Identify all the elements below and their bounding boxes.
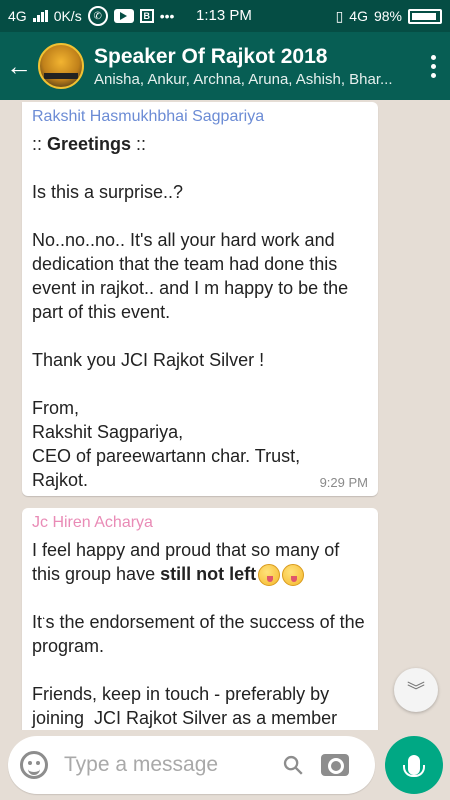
message-composer: ⚲ [8, 736, 375, 794]
status-right: ▯ 4G 98% [336, 0, 442, 32]
message-input[interactable] [64, 753, 274, 777]
emoji-icon[interactable] [20, 751, 48, 779]
mic-button[interactable] [385, 736, 443, 794]
scroll-down-icon[interactable]: ︾ [394, 668, 438, 712]
crazy-face-emoji-icon [258, 564, 281, 587]
message-bubble[interactable]: Jc Hiren Acharya I feel happy and proud … [22, 508, 378, 730]
message-bubble[interactable]: Rakshit Hasmukhbhai Sagpariya :: Greetin… [22, 102, 378, 496]
more-vert-icon[interactable] [416, 54, 450, 78]
group-members: Anisha, Ankur, Archna, Aruna, Ashish, Bh… [94, 70, 393, 88]
message-text: I feel happy and proud that so many of t… [32, 538, 368, 730]
more-notifications-dots: ••• [159, 8, 175, 24]
crazy-face-emoji-icon [282, 564, 305, 587]
chat-header: ← Speaker Of Rajkot 2018 Anisha, Ankur, … [0, 32, 450, 100]
group-info[interactable]: Speaker Of Rajkot 2018 Anisha, Ankur, Ar… [94, 45, 416, 88]
youtube-notification-icon [113, 9, 134, 23]
status-bar: 4G 0K/s ✆ B ••• 1:13 PM ▯ 4G 98% [0, 0, 450, 32]
status-left: 4G 0K/s ✆ B ••• [8, 6, 174, 26]
message-text-part: It's the endorsement of the success of t… [32, 612, 365, 729]
signal-icon [32, 10, 48, 22]
camera-icon[interactable] [321, 754, 350, 776]
network-type: 4G [8, 8, 27, 24]
battery-percent: 98% [373, 8, 402, 24]
network-type-right: 4G [349, 8, 368, 24]
attach-icon[interactable]: ⚲ [276, 747, 311, 782]
vibrate-icon: ▯ [335, 7, 344, 24]
message-greeting: :: Greetings :: [32, 134, 147, 154]
data-speed: 0K/s [53, 8, 82, 24]
chat-area[interactable]: Rakshit Hasmukhbhai Sagpariya :: Greetin… [0, 100, 450, 730]
message-sender: Rakshit Hasmukhbhai Sagpariya [32, 108, 265, 125]
notification-b-icon: B [139, 9, 154, 23]
bubble-tail [36, 610, 46, 620]
message-sender: Jc Hiren Acharya [32, 514, 153, 531]
whatsapp-notification-icon: ✆ [87, 6, 108, 26]
message-time: 9:29 PM [319, 475, 368, 490]
battery-icon [408, 8, 442, 24]
greeting-bold: Greetings [47, 134, 132, 154]
message-text: Is this a surprise..? No..no..no.. It's … [32, 182, 349, 490]
message-bold-text: still not left [160, 564, 257, 584]
group-avatar[interactable] [38, 43, 84, 89]
mic-icon [403, 755, 425, 777]
status-time: 1:13 PM [196, 7, 252, 24]
back-arrow-icon[interactable]: ← [0, 51, 38, 82]
group-title: Speaker Of Rajkot 2018 [94, 44, 328, 68]
